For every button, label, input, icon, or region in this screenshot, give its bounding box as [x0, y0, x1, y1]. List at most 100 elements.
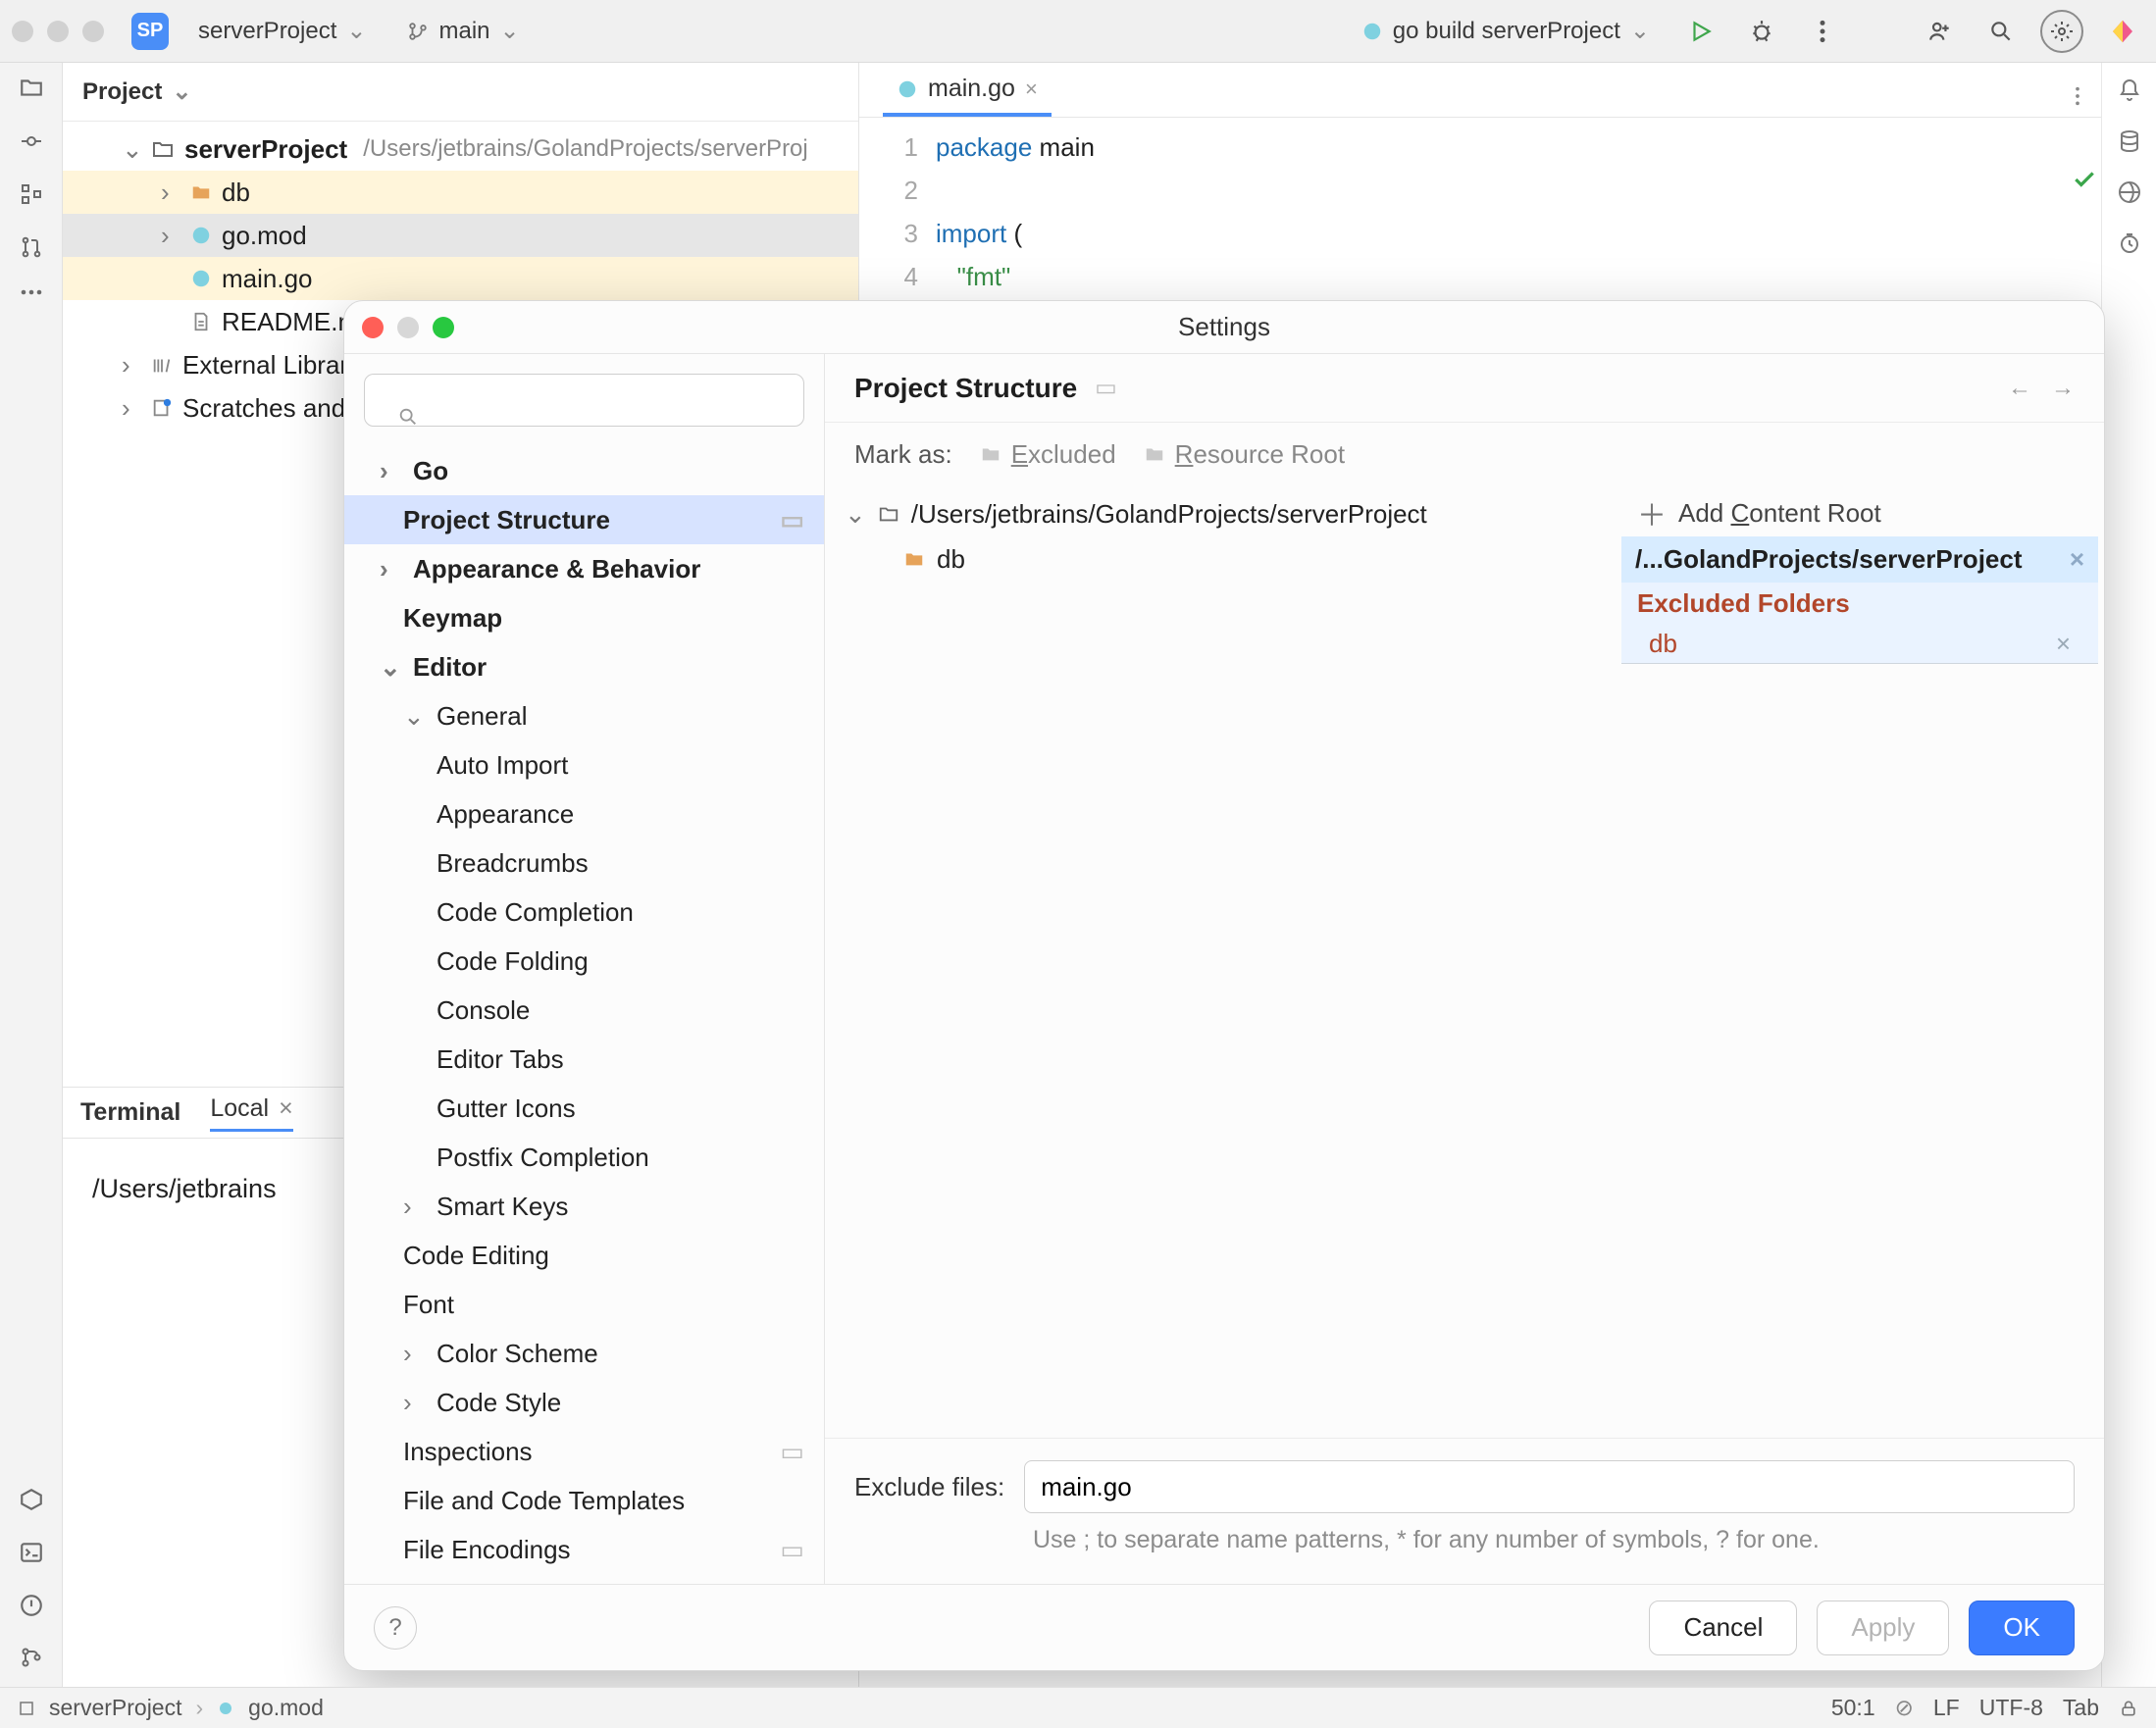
cat-gutter-icons[interactable]: Gutter Icons	[344, 1084, 824, 1133]
dir-root[interactable]: ⌄ /Users/jetbrains/GolandProjects/server…	[845, 491, 1596, 536]
run-config-selector[interactable]: go build serverProject ⌄	[1350, 11, 1662, 51]
search-everywhere-icon[interactable]	[1979, 10, 2023, 53]
content-root-path[interactable]: /...GolandProjects/serverProject ×	[1621, 536, 2098, 583]
line-separator[interactable]: LF	[1933, 1695, 1960, 1721]
code-token: (	[1013, 219, 1022, 248]
cat-appearance2[interactable]: Appearance	[344, 789, 824, 839]
dialog-window-controls[interactable]	[362, 317, 454, 338]
cat-breadcrumbs[interactable]: Breadcrumbs	[344, 839, 824, 888]
encoding-off-icon[interactable]: ⊘	[1895, 1695, 1914, 1721]
cat-font[interactable]: Font	[344, 1280, 824, 1329]
close-icon[interactable]: ×	[2070, 544, 2084, 575]
cat-project-structure[interactable]: Project Structure▭	[344, 495, 824, 544]
cat-file-encodings[interactable]: File Encodings▭	[344, 1525, 824, 1574]
cat-file-templates[interactable]: File and Code Templates	[344, 1476, 824, 1525]
terminal-tool-icon[interactable]	[19, 1540, 44, 1565]
project-panel-header[interactable]: Project ⌄	[63, 63, 858, 122]
terminal-tab-local[interactable]: Local ×	[210, 1094, 292, 1132]
min-icon[interactable]	[397, 317, 419, 338]
cat-console[interactable]: Console	[344, 986, 824, 1035]
dir-db[interactable]: db	[845, 536, 1596, 582]
nav-forward-icon[interactable]: →	[2051, 375, 2075, 402]
cat-inspections[interactable]: Inspections▭	[344, 1427, 824, 1476]
project-selector[interactable]: serverProject ⌄	[186, 11, 378, 51]
ide-logo-icon[interactable]	[2101, 10, 2144, 53]
ok-button[interactable]: OK	[1969, 1601, 2075, 1655]
run-button[interactable]	[1679, 10, 1722, 53]
cat-editor-tabs[interactable]: Editor Tabs	[344, 1035, 824, 1084]
max-icon[interactable]	[433, 317, 454, 338]
min-window-dot[interactable]	[47, 21, 69, 42]
cat-code-style[interactable]: ›Code Style	[344, 1378, 824, 1427]
content-root-tree[interactable]: ⌄ /Users/jetbrains/GolandProjects/server…	[825, 485, 1616, 1438]
nav-back-icon[interactable]: ←	[2008, 375, 2031, 402]
cat-editor[interactable]: ⌄Editor	[344, 642, 824, 691]
cat-auto-import[interactable]: Auto Import	[344, 740, 824, 789]
cat-code-completion[interactable]: Code Completion	[344, 888, 824, 937]
exclude-files-input[interactable]	[1024, 1460, 2075, 1513]
window-controls[interactable]	[12, 21, 104, 42]
right-tool-rail	[2101, 63, 2156, 1687]
apply-button[interactable]: Apply	[1817, 1601, 1949, 1655]
cat-go[interactable]: ›Go	[344, 446, 824, 495]
add-content-root-button[interactable]: ＋ Add Content Root	[1621, 489, 2098, 536]
go-file-icon	[897, 78, 918, 100]
branch-selector[interactable]: main ⌄	[395, 11, 531, 51]
mark-excluded-button[interactable]: Excluded	[980, 439, 1116, 470]
notifications-icon[interactable]	[2118, 78, 2141, 102]
more-actions-icon[interactable]	[1801, 10, 1844, 53]
cat-postfix[interactable]: Postfix Completion	[344, 1133, 824, 1182]
caret-position[interactable]: 50:1	[1831, 1695, 1875, 1721]
close-icon[interactable]	[362, 317, 384, 338]
structure-tool-icon[interactable]	[20, 182, 43, 206]
scratches-icon	[151, 397, 173, 419]
project-badge: SP	[131, 13, 169, 50]
debug-button[interactable]	[1740, 10, 1783, 53]
tree-item-db[interactable]: › db	[63, 171, 858, 214]
tree-root[interactable]: ⌄ serverProject /Users/jetbrains/GolandP…	[63, 127, 858, 171]
settings-search-input[interactable]	[364, 374, 804, 427]
clock-tool-icon[interactable]	[2118, 231, 2141, 255]
content-root-label: /...GolandProjects/serverProject	[1635, 544, 2023, 575]
services-tool-icon[interactable]	[19, 1487, 44, 1512]
cat-appearance-behavior[interactable]: ›Appearance & Behavior	[344, 544, 824, 593]
editor-more-icon[interactable]	[2074, 85, 2101, 117]
cat-smart-keys[interactable]: ›Smart Keys	[344, 1182, 824, 1231]
editor-tab-main[interactable]: main.go ×	[883, 65, 1052, 117]
commit-tool-icon[interactable]	[20, 129, 43, 153]
cat-keymap[interactable]: Keymap	[344, 593, 824, 642]
help-button[interactable]: ?	[374, 1606, 417, 1650]
close-window-dot[interactable]	[12, 21, 33, 42]
readonly-lock-icon[interactable]	[2119, 1699, 2138, 1718]
problems-tool-icon[interactable]	[19, 1593, 44, 1618]
cat-code-folding[interactable]: Code Folding	[344, 937, 824, 986]
mark-resource-root-button[interactable]: Resource Root	[1144, 439, 1345, 470]
ai-tool-icon[interactable]	[2118, 180, 2141, 204]
folder-icon	[903, 548, 925, 570]
project-tool-icon[interactable]	[19, 75, 44, 100]
pull-requests-icon[interactable]	[20, 235, 43, 259]
database-tool-icon[interactable]	[2118, 129, 2141, 153]
cancel-button[interactable]: Cancel	[1649, 1601, 1797, 1655]
terminal-tab[interactable]: Terminal	[80, 1098, 180, 1127]
close-icon[interactable]: ×	[1025, 76, 1038, 102]
crumb[interactable]: go.mod	[248, 1695, 324, 1721]
close-icon[interactable]: ×	[2056, 629, 2071, 659]
cat-color-scheme[interactable]: ›Color Scheme	[344, 1329, 824, 1378]
close-icon[interactable]: ×	[279, 1094, 293, 1123]
vcs-tool-icon[interactable]	[20, 1646, 43, 1669]
excluded-item[interactable]: db ×	[1621, 625, 2098, 664]
tree-item-gomod[interactable]: › go.mod	[63, 214, 858, 257]
tree-item-maingo[interactable]: › main.go	[63, 257, 858, 300]
settings-gear-icon[interactable]	[2040, 10, 2083, 53]
code-with-me-icon[interactable]	[1919, 10, 1962, 53]
file-encoding[interactable]: UTF-8	[1979, 1695, 2043, 1721]
crumb[interactable]: serverProject	[49, 1695, 181, 1721]
cat-general[interactable]: ⌄General	[344, 691, 824, 740]
indent-mode[interactable]: Tab	[2063, 1695, 2099, 1721]
max-window-dot[interactable]	[82, 21, 104, 42]
cat-code-editing[interactable]: Code Editing	[344, 1231, 824, 1280]
more-tools-icon[interactable]	[20, 288, 43, 296]
inspection-ok-icon[interactable]	[2072, 167, 2097, 192]
breadcrumb[interactable]: serverProject › go.mod	[18, 1695, 324, 1721]
